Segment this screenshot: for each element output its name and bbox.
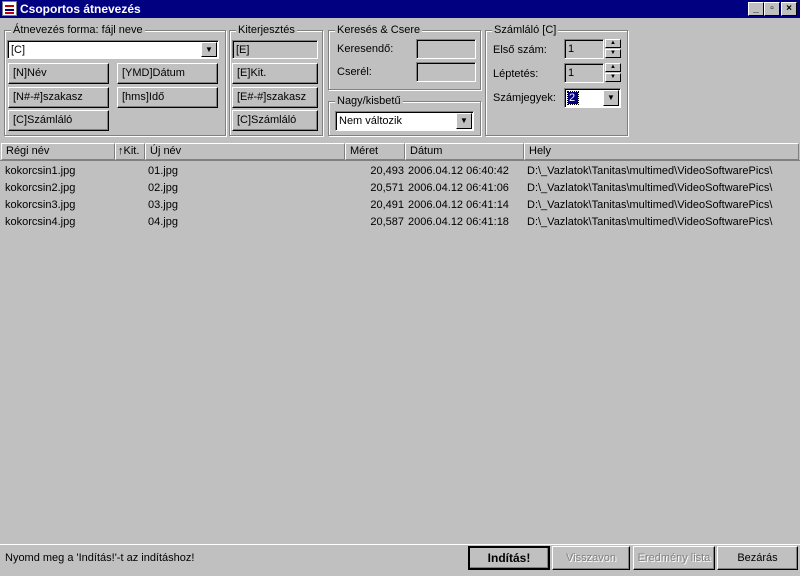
step-label: Léptetés: xyxy=(493,68,539,80)
size-cell: 20,587 xyxy=(370,216,404,228)
extension-group-label: Kiterjesztés xyxy=(236,24,297,36)
ext-range-token-button[interactable]: [E#-#]szakasz xyxy=(232,87,318,108)
table-header: Régi név ↑Kit. Új név Méret Dátum Hely xyxy=(0,143,800,160)
date-cell: 2006.04.12 06:41:14 xyxy=(408,199,509,211)
table-row[interactable]: kokorcsin4.jpg 04.jpg 20,587 2006.04.12 … xyxy=(0,214,800,231)
name-token-button[interactable]: [N]Név xyxy=(8,63,109,84)
column-size[interactable]: Méret xyxy=(345,143,405,160)
date-cell: 2006.04.12 06:41:18 xyxy=(408,216,509,228)
case-select[interactable]: Nem változik ▼ xyxy=(335,111,474,131)
column-path[interactable]: Hely xyxy=(524,143,799,160)
new-name-cell: 04.jpg xyxy=(148,216,178,228)
start-button[interactable]: Indítás! xyxy=(468,546,550,570)
new-name-cell: 01.jpg xyxy=(148,165,178,177)
rename-pattern-select[interactable]: [C] ▼ xyxy=(7,40,219,59)
find-label: Keresendő: xyxy=(337,43,394,55)
replace-label: Cserél: xyxy=(337,66,372,78)
path-cell: D:\_Vazlatok\Tanitas\multimed\VideoSoftw… xyxy=(527,216,773,228)
digits-label: Számjegyek: xyxy=(493,92,556,104)
start-number-input[interactable]: 1 xyxy=(564,39,604,59)
restore-button[interactable]: ▫ xyxy=(764,2,780,16)
find-input[interactable] xyxy=(416,39,476,59)
minimize-button[interactable]: _ xyxy=(748,2,764,16)
chevron-down-icon[interactable]: ▼ xyxy=(603,90,619,106)
start-number-label: Első szám: xyxy=(493,44,547,56)
date-cell: 2006.04.12 06:41:06 xyxy=(408,182,509,194)
ext-counter-token-button[interactable]: [C]Számláló xyxy=(232,110,318,131)
old-name-cell: kokorcsin4.jpg xyxy=(5,216,76,228)
results-list-button[interactable]: Eredmény lista xyxy=(633,546,715,570)
old-name-cell: kokorcsin3.jpg xyxy=(5,199,76,211)
step-down-arrow-icon[interactable]: ▼ xyxy=(605,73,621,82)
new-name-cell: 02.jpg xyxy=(148,182,178,194)
size-cell: 20,491 xyxy=(370,199,404,211)
path-cell: D:\_Vazlatok\Tanitas\multimed\VideoSoftw… xyxy=(527,165,773,177)
time-token-button[interactable]: [hms]Idő xyxy=(117,87,218,108)
column-new-name[interactable]: Új név xyxy=(145,143,345,160)
name-range-token-button[interactable]: [N#-#]szakasz xyxy=(8,87,109,108)
start-down-arrow-icon[interactable]: ▼ xyxy=(605,49,621,58)
step-input[interactable]: 1 xyxy=(564,63,604,83)
chevron-down-icon[interactable]: ▼ xyxy=(201,42,217,57)
path-cell: D:\_Vazlatok\Tanitas\multimed\VideoSoftw… xyxy=(527,199,773,211)
app-icon[interactable] xyxy=(2,1,17,16)
column-old-name[interactable]: Régi név xyxy=(1,143,115,160)
search-replace-group-label: Keresés & Csere xyxy=(335,24,423,36)
date-cell: 2006.04.12 06:40:42 xyxy=(408,165,509,177)
extension-pattern-field[interactable]: [E] xyxy=(232,40,318,59)
digits-select[interactable]: 2 ▼ xyxy=(564,88,621,108)
table-row[interactable]: kokorcsin2.jpg 02.jpg 20,571 2006.04.12 … xyxy=(0,180,800,197)
column-date[interactable]: Dátum xyxy=(405,143,524,160)
old-name-cell: kokorcsin1.jpg xyxy=(5,165,76,177)
step-up-arrow-icon[interactable]: ▲ xyxy=(605,63,621,72)
title-bar[interactable]: Csoportos átnevezés _ ▫ × xyxy=(0,0,800,18)
close-window-button[interactable]: × xyxy=(781,2,797,16)
case-group-label: Nagy/kisbetű xyxy=(335,95,403,107)
old-name-cell: kokorcsin2.jpg xyxy=(5,182,76,194)
counter-group-label: Számláló [C] xyxy=(492,24,559,36)
table-row[interactable]: kokorcsin3.jpg 03.jpg 20,491 2006.04.12 … xyxy=(0,197,800,214)
column-ext-label: Kit. xyxy=(123,145,140,157)
counter-token-button[interactable]: [C]Számláló xyxy=(8,110,109,131)
digits-select-value: 2 xyxy=(566,91,580,105)
status-text: Nyomd meg a 'Indítás!'-t az indításhoz! xyxy=(5,552,195,564)
new-name-cell: 03.jpg xyxy=(148,199,178,211)
path-cell: D:\_Vazlatok\Tanitas\multimed\VideoSoftw… xyxy=(527,182,773,194)
close-button[interactable]: Bezárás xyxy=(717,546,798,570)
column-ext[interactable]: ↑Kit. xyxy=(115,143,145,160)
case-select-value: Nem változik xyxy=(339,115,402,127)
start-up-arrow-icon[interactable]: ▲ xyxy=(605,39,621,48)
file-list[interactable]: kokorcsin1.jpg 01.jpg 20,493 2006.04.12 … xyxy=(0,160,800,544)
chevron-down-icon[interactable]: ▼ xyxy=(456,113,472,129)
size-cell: 20,571 xyxy=(370,182,404,194)
ext-token-button[interactable]: [E]Kit. xyxy=(232,63,318,84)
table-row[interactable]: kokorcsin1.jpg 01.jpg 20,493 2006.04.12 … xyxy=(0,163,800,180)
date-token-button[interactable]: [YMD]Dátum xyxy=(117,63,218,84)
window-title: Csoportos átnevezés xyxy=(20,2,141,16)
rename-pattern-value: [C] xyxy=(11,44,26,56)
replace-input[interactable] xyxy=(416,62,476,82)
undo-button[interactable]: Visszavon xyxy=(552,546,630,570)
rename-group-label: Átnevezés forma: fájl neve xyxy=(11,24,145,36)
size-cell: 20,493 xyxy=(370,165,404,177)
